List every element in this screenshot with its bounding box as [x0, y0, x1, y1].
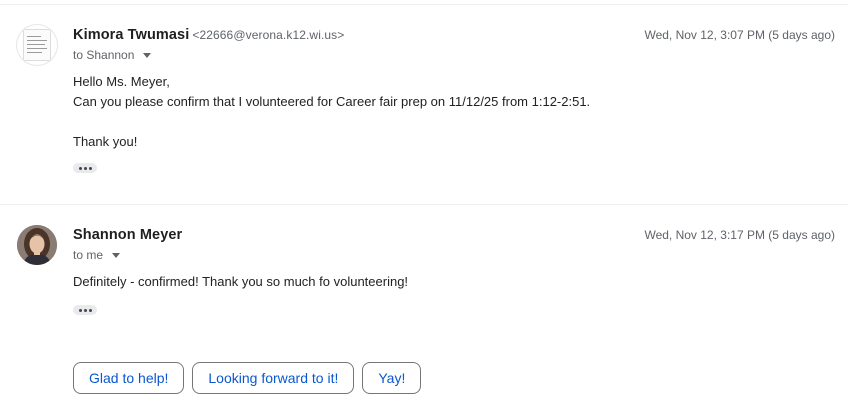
smart-reply-chip[interactable]: Yay!: [362, 362, 422, 394]
sender-avatar[interactable]: [17, 25, 57, 65]
dot-icon: [83, 308, 87, 312]
sender-name-text[interactable]: Shannon Meyer: [73, 227, 182, 243]
dot-icon: [83, 166, 87, 170]
dot-icon: [78, 166, 82, 170]
sender-name[interactable]: Shannon Meyer: [73, 227, 182, 243]
sender-name-text[interactable]: Kimora Twumasi: [73, 27, 189, 43]
message-body: Definitely - confirmed! Thank you so muc…: [73, 274, 409, 289]
recipients-line: to me: [73, 248, 121, 262]
dot-icon: [78, 308, 82, 312]
show-trimmed-content-button[interactable]: [73, 163, 97, 173]
email-thread: Kimora Twumasi <22666@verona.k12.wi.us> t…: [0, 0, 848, 415]
smart-reply-bar: Glad to help! Looking forward to it! Yay…: [73, 362, 422, 394]
handwritten-note-icon: [23, 29, 51, 61]
recipients-line: to Shannon: [73, 48, 152, 62]
sender-avatar[interactable]: [17, 225, 57, 265]
message-kimora[interactable]: Kimora Twumasi <22666@verona.k12.wi.us> t…: [0, 5, 848, 204]
sender-email[interactable]: <22666@verona.k12.wi.us>: [192, 28, 344, 42]
message-body: Hello Ms. Meyer, Can you please confirm …: [73, 74, 591, 149]
sender-name[interactable]: Kimora Twumasi <22666@verona.k12.wi.us>: [73, 27, 344, 43]
chevron-down-icon[interactable]: [112, 253, 121, 258]
message-timestamp: Wed, Nov 12, 3:17 PM (5 days ago): [644, 228, 835, 242]
smart-reply-chip[interactable]: Glad to help!: [73, 362, 185, 394]
smart-reply-chip[interactable]: Looking forward to it!: [192, 362, 355, 394]
recipients-text: to Shannon: [73, 48, 135, 62]
message-timestamp: Wed, Nov 12, 3:07 PM (5 days ago): [644, 28, 835, 42]
show-trimmed-content-button[interactable]: [73, 305, 97, 315]
dot-icon: [88, 166, 92, 170]
recipients-text: to me: [73, 248, 104, 262]
dot-icon: [88, 308, 92, 312]
profile-photo-icon: [17, 225, 57, 265]
chevron-down-icon[interactable]: [143, 53, 152, 58]
